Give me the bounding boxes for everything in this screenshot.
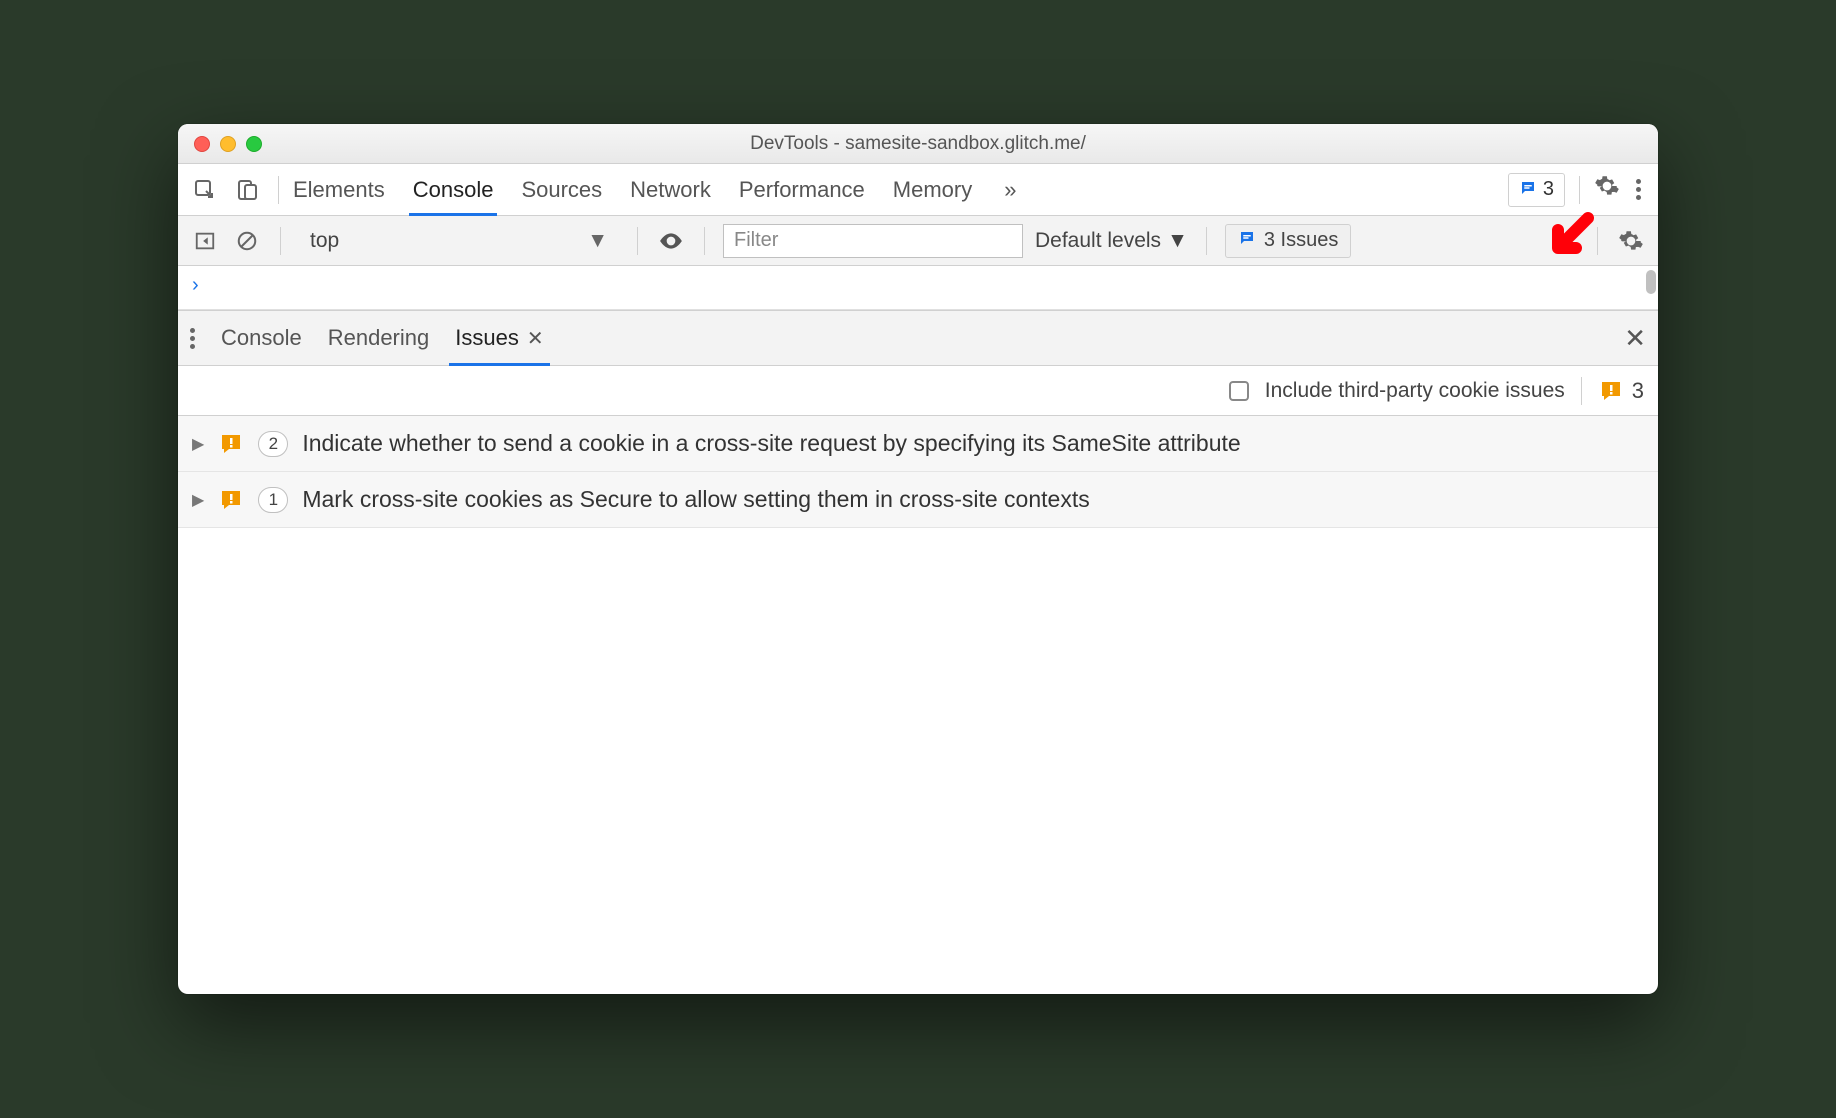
- zoom-window-button[interactable]: [246, 136, 262, 152]
- titlebar: DevTools - samesite-sandbox.glitch.me/: [178, 124, 1658, 164]
- separator: [278, 176, 279, 204]
- warning-bubble-icon: [218, 432, 244, 456]
- drawer-tab-issues[interactable]: Issues ✕: [455, 311, 543, 365]
- separator: [1581, 377, 1582, 405]
- separator: [704, 227, 705, 255]
- console-settings-gear-icon[interactable]: [1616, 226, 1646, 256]
- window-title: DevTools - samesite-sandbox.glitch.me/: [178, 133, 1658, 155]
- context-selector[interactable]: top ▼: [299, 224, 619, 258]
- tab-performance[interactable]: Performance: [739, 164, 865, 215]
- warning-bubble-icon: [218, 488, 244, 512]
- issue-title: Indicate whether to send a cookie in a c…: [302, 428, 1644, 459]
- message-icon: [1238, 229, 1256, 253]
- issue-count-badge: 2: [258, 431, 288, 457]
- issue-count-badge: 1: [258, 487, 288, 513]
- issues-toolbar: Include third-party cookie issues 3: [178, 366, 1658, 416]
- main-tabs: Elements Console Sources Network Perform…: [293, 164, 1021, 215]
- drawer-tab-label: Issues: [455, 325, 519, 351]
- live-expression-eye-icon[interactable]: [656, 226, 686, 256]
- toggle-sidebar-icon[interactable]: [190, 226, 220, 256]
- issue-title: Mark cross-site cookies as Secure to all…: [302, 484, 1644, 515]
- device-toggle-icon[interactable]: [230, 173, 264, 207]
- filter-input[interactable]: Filter: [723, 224, 1023, 258]
- message-icon: [1519, 179, 1537, 203]
- main-tabbar: Elements Console Sources Network Perform…: [178, 164, 1658, 216]
- issues-badge-button[interactable]: 3 Issues: [1225, 224, 1351, 258]
- inspect-element-icon[interactable]: [188, 173, 222, 207]
- clear-console-icon[interactable]: [232, 226, 262, 256]
- scrollbar-thumb[interactable]: [1646, 270, 1656, 294]
- issues-total-count: 3: [1632, 378, 1644, 404]
- annotation-arrow-icon: [1538, 208, 1598, 268]
- console-toolbar: top ▼ Filter Default levels ▼ 3 Issues: [178, 216, 1658, 266]
- expand-triangle-icon[interactable]: ▶: [192, 490, 204, 510]
- issues-badge-label: 3 Issues: [1264, 229, 1338, 252]
- tab-elements[interactable]: Elements: [293, 164, 385, 215]
- close-tab-icon[interactable]: ✕: [527, 326, 544, 351]
- issues-count-short: 3: [1543, 178, 1554, 201]
- drawer-tab-console[interactable]: Console: [221, 311, 302, 365]
- separator: [280, 227, 281, 255]
- issues-counter-button[interactable]: 3: [1508, 173, 1565, 207]
- warning-bubble-icon: [1598, 379, 1624, 403]
- tab-console[interactable]: Console: [413, 164, 494, 215]
- drawer-tabbar: Console Rendering Issues ✕ ✕: [178, 310, 1658, 366]
- issues-list: ▶ 2 Indicate whether to send a cookie in…: [178, 416, 1658, 528]
- filter-placeholder: Filter: [734, 229, 778, 252]
- tab-memory[interactable]: Memory: [893, 164, 972, 215]
- traffic-lights: [178, 136, 262, 152]
- more-tabs-chevron-icon[interactable]: »: [1000, 177, 1020, 203]
- tab-sources[interactable]: Sources: [521, 164, 602, 215]
- dropdown-triangle-icon: ▼: [1167, 229, 1188, 253]
- log-levels-selector[interactable]: Default levels ▼: [1035, 229, 1188, 253]
- settings-gear-icon[interactable]: [1594, 173, 1620, 206]
- separator: [637, 227, 638, 255]
- prompt-chevron-icon: ›: [192, 274, 199, 297]
- console-prompt[interactable]: ›: [178, 266, 1658, 310]
- more-menu-icon[interactable]: [1628, 179, 1648, 200]
- issues-total-badge: 3: [1598, 378, 1644, 404]
- third-party-checkbox-label: Include third-party cookie issues: [1265, 379, 1565, 403]
- separator: [1206, 227, 1207, 255]
- issue-row[interactable]: ▶ 2 Indicate whether to send a cookie in…: [178, 416, 1658, 472]
- close-drawer-icon[interactable]: ✕: [1624, 323, 1646, 354]
- drawer-tab-rendering[interactable]: Rendering: [328, 311, 430, 365]
- drawer-more-menu-icon[interactable]: [190, 328, 195, 349]
- separator: [1579, 176, 1580, 204]
- minimize-window-button[interactable]: [220, 136, 236, 152]
- context-label: top: [310, 229, 339, 253]
- tab-network[interactable]: Network: [630, 164, 711, 215]
- issue-row[interactable]: ▶ 1 Mark cross-site cookies as Secure to…: [178, 472, 1658, 528]
- devtools-window: DevTools - samesite-sandbox.glitch.me/ E…: [178, 124, 1658, 994]
- expand-triangle-icon[interactable]: ▶: [192, 434, 204, 454]
- third-party-checkbox[interactable]: [1229, 381, 1249, 401]
- dropdown-triangle-icon: ▼: [587, 229, 608, 253]
- levels-label: Default levels: [1035, 229, 1161, 253]
- close-window-button[interactable]: [194, 136, 210, 152]
